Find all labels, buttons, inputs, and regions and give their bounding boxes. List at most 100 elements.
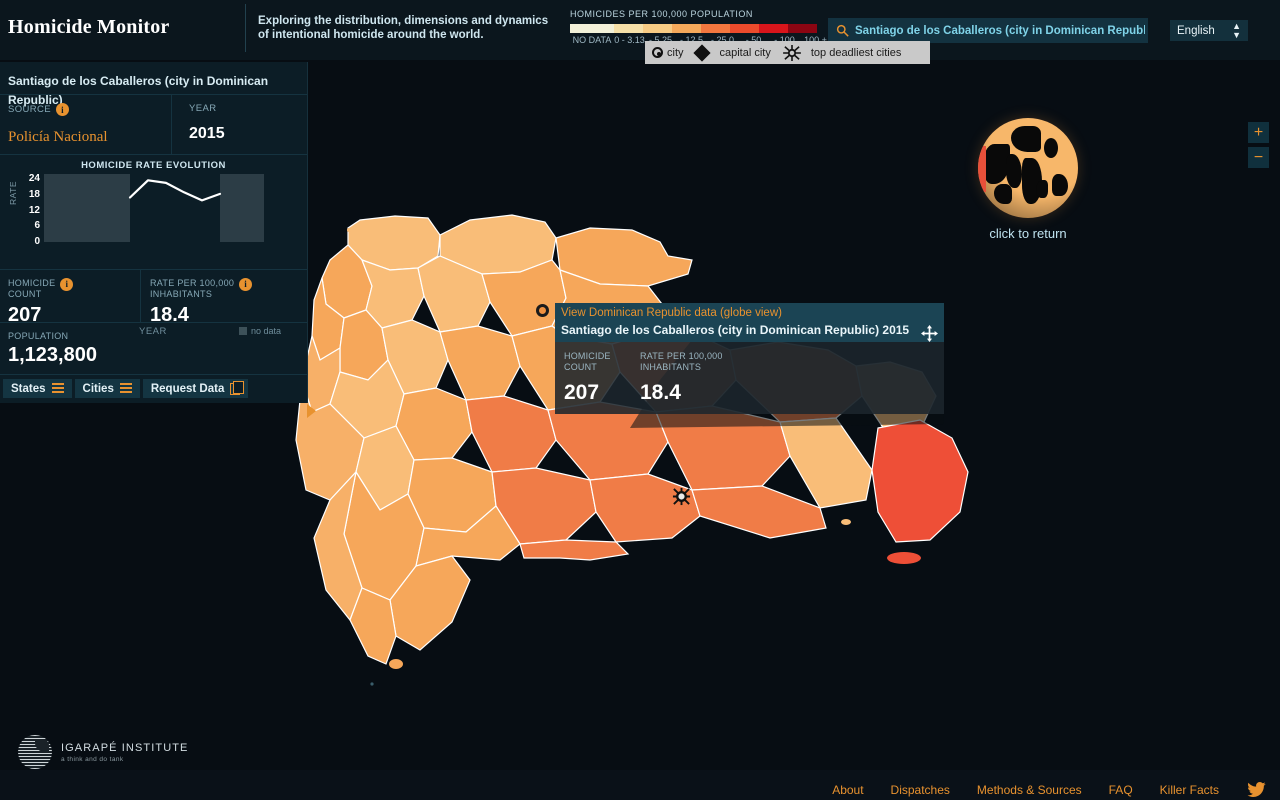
nodata-swatch-icon [239, 327, 247, 335]
search-input[interactable] [855, 24, 1145, 37]
app-tagline: Exploring the distribution, dimensions a… [258, 15, 549, 41]
year-timeline[interactable]: 200720082009201020112012201320142015 [0, 728, 1280, 770]
tooltip-hc-line1: HOMICIDE [564, 351, 611, 361]
legend-swatch-6 [759, 24, 788, 33]
states-button[interactable]: States [3, 379, 72, 398]
zoom-in-button[interactable]: + [1248, 122, 1269, 143]
header-divider [245, 4, 246, 52]
sidebar-source-value: Policía Nacional [8, 129, 108, 145]
footer-link-dispatches[interactable]: Dispatches [891, 783, 950, 797]
islet-small [841, 519, 851, 525]
tooltip-homicide-count: HOMICIDE COUNT 207 [555, 351, 640, 414]
footer-nav[interactable]: About Dispatches Methods & Sources FAQ K… [832, 782, 1266, 798]
top-deadliest-burst-icon-legend [782, 44, 801, 61]
zoom-out-button[interactable]: − [1248, 147, 1269, 168]
sidebar-meta-row: SOURCE i Policía Nacional YEAR 2015 [0, 95, 307, 155]
islet [389, 659, 403, 669]
document-icon [230, 380, 245, 395]
legend-swatch-0 [570, 24, 614, 33]
igarape-logo-mark-icon [18, 735, 52, 769]
map-tooltip-panel[interactable]: View Dominican Republic data (globe view… [555, 303, 944, 414]
language-selector[interactable]: English ▲ ▼ [1170, 20, 1248, 41]
footer-link-killer-facts[interactable]: Killer Facts [1160, 783, 1219, 797]
top-deadliest-burst-icon[interactable] [672, 487, 691, 506]
city-symbol-legend: city capital city top deadliest cities [645, 41, 930, 64]
globe-return-control[interactable]: click to return [978, 118, 1078, 241]
sidebar-title-line1: Santiago de los Caballeros (city in Domi… [8, 74, 269, 88]
legend-swatch-5 [730, 24, 759, 33]
map-province[interactable] [871, 419, 969, 543]
legend-swatch-7 [788, 24, 817, 33]
chart-title: HOMICIDE RATE EVOLUTION [81, 160, 226, 171]
app-title: Homicide Monitor [8, 16, 170, 38]
islet-dot [347, 228, 351, 232]
hc-label-l2: COUNT [8, 289, 42, 299]
move-handle-icon[interactable] [921, 325, 938, 342]
capital-diamond-icon [693, 44, 710, 61]
city-legend-label-2: top deadliest cities [810, 46, 902, 59]
map-province[interactable] [465, 395, 557, 473]
chart-y-tick-18: 18 [28, 188, 40, 200]
map-province[interactable] [439, 325, 521, 401]
sidebar-homicide-count: HOMICIDE COUNT i 207 [0, 270, 140, 326]
zoom-controls[interactable]: + − [1248, 122, 1269, 172]
chevron-updown-icon: ▲ ▼ [1232, 20, 1241, 40]
chart-line-svg [128, 179, 222, 202]
sidebar-rate: RATE PER 100,000 INHABITANTS i 18.4 [140, 270, 307, 326]
globe-caption: click to return [989, 226, 1067, 241]
logo-tagline: a think and do tank [61, 755, 124, 763]
chart-series-line [128, 179, 222, 202]
footer-link-methods[interactable]: Methods & Sources [977, 783, 1082, 797]
view-globe-data-link[interactable]: View Dominican Republic data (globe view… [561, 307, 944, 319]
map-province[interactable] [691, 485, 827, 539]
globe-icon[interactable] [978, 118, 1078, 218]
sidebar-rate-label: RATE PER 100,000 INHABITANTS i [150, 278, 307, 300]
logo-name: IGARAPÉ INSTITUTE [61, 741, 189, 754]
igarape-logo[interactable]: IGARAPÉ INSTITUTE a think and do tank [18, 735, 189, 769]
search-icon [836, 24, 849, 37]
chart-y-tick-0: 0 [34, 236, 40, 247]
province-group[interactable] [295, 214, 969, 665]
legend-swatches [570, 24, 831, 33]
info-icon-source[interactable]: i [56, 103, 70, 116]
tooltip-rate: RATE PER 100,000 INHABITANTS 18.4 [640, 351, 944, 414]
twitter-bird-icon[interactable] [1246, 782, 1266, 798]
tooltip-rate-line1: RATE PER 100,000 [640, 351, 723, 361]
city-marker-santiago[interactable] [536, 304, 549, 317]
rate-label-l1: RATE PER 100,000 [150, 278, 235, 288]
request-data-button[interactable]: Request Data [142, 379, 249, 398]
sidebar-source-label: SOURCE i [8, 103, 171, 116]
footer-link-about[interactable]: About [832, 783, 863, 797]
sidebar-rate-value: 18.4 [150, 304, 189, 326]
footer-link-faq[interactable]: FAQ [1109, 783, 1133, 797]
legend-swatch-2 [643, 24, 672, 33]
homicide-monitor-app: View Dominican Republic data (globe view… [0, 0, 1280, 800]
map-province[interactable] [779, 417, 873, 509]
tooltip-rate-line2: INHABITANTS [640, 362, 702, 372]
sidebar-collapse-arrow[interactable] [307, 404, 316, 418]
map-province[interactable] [589, 473, 701, 543]
islet-saona [887, 552, 921, 564]
city-legend-label-0: city [667, 46, 684, 59]
map-province[interactable] [519, 539, 630, 561]
tooltip-homicide-count-label: HOMICIDE COUNT [564, 351, 640, 373]
city-legend-label-1: capital city [719, 46, 771, 59]
city-circle-icon [652, 47, 663, 58]
sidebar-button-row: States Cities Request Data [0, 375, 307, 403]
tooltip-hc-line2: COUNT [564, 362, 597, 372]
chart-y-tick-24: 24 [28, 173, 40, 185]
info-icon-rate[interactable]: i [239, 278, 253, 291]
request-data-button-label: Request Data [150, 382, 225, 395]
info-icon-homicide-count[interactable]: i [60, 278, 74, 291]
sidebar-population-value: 1,123,800 [8, 344, 97, 366]
sidebar-source-block: SOURCE i Policía Nacional [0, 95, 171, 154]
cities-button[interactable]: Cities [74, 379, 140, 398]
sidebar-year-value: 2015 [189, 125, 225, 142]
legend-label-1: 0 - 3.13 [614, 35, 645, 45]
tooltip-rate-value: 18.4 [640, 381, 681, 404]
tooltip-homicide-count-value: 207 [564, 381, 600, 404]
legend-swatch-4 [701, 24, 730, 33]
list-icon-states [51, 382, 64, 395]
search-box[interactable] [828, 18, 1148, 43]
color-scale-legend: HOMICIDES PER 100,000 POPULATION NO DATA… [570, 9, 831, 45]
